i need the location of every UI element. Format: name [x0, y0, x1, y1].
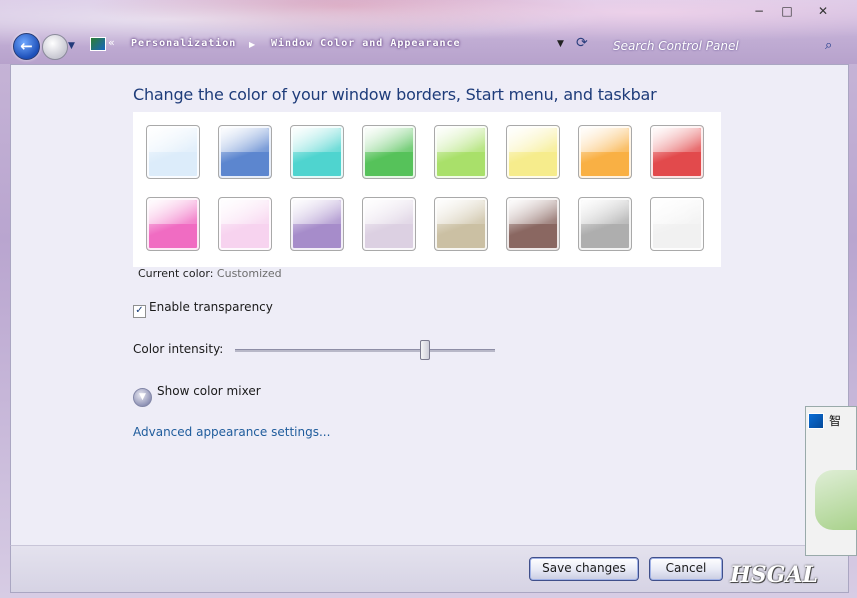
swatch-gloss [293, 128, 341, 152]
transparency-row[interactable]: ✓ Enable transparency [133, 300, 273, 318]
color-swatch-sky[interactable] [146, 125, 200, 179]
color-swatch-chocolate[interactable] [506, 197, 560, 251]
save-changes-button[interactable]: Save changes [529, 557, 639, 581]
app-icon [808, 413, 824, 429]
swatch-gloss [221, 200, 269, 224]
close-button[interactable]: ✕ [810, 3, 836, 19]
swatch-gloss [221, 128, 269, 152]
swatch-gloss [437, 200, 485, 224]
swatch-gloss [581, 128, 629, 152]
color-swatch-pumpkin[interactable] [578, 125, 632, 179]
swatch-gloss [653, 128, 701, 152]
minimize-button[interactable]: − [746, 3, 772, 19]
color-swatch-slate[interactable] [578, 197, 632, 251]
decorative-graphic [815, 470, 857, 530]
swatch-gloss [509, 128, 557, 152]
forward-button[interactable] [42, 34, 68, 60]
intensity-slider-track[interactable] [235, 349, 495, 352]
swatch-gloss [149, 128, 197, 152]
page-title: Change the color of your window borders,… [133, 85, 657, 104]
color-mixer-label: Show color mixer [157, 384, 261, 398]
color-swatch-sea[interactable] [290, 125, 344, 179]
advanced-appearance-link[interactable]: Advanced appearance settings... [133, 425, 330, 439]
control-panel-icon [90, 37, 106, 51]
back-button[interactable]: ← [13, 33, 40, 60]
expand-icon[interactable]: ▼ [133, 388, 152, 407]
breadcrumb-personalization[interactable]: Personalization [131, 38, 236, 49]
color-swatch-lemon[interactable] [506, 125, 560, 179]
color-swatch-blush[interactable] [218, 197, 272, 251]
current-color-label: Current color: Customized [138, 267, 282, 280]
search-input[interactable]: Search Control Panel [608, 37, 835, 55]
color-swatch-fuchsia[interactable] [146, 197, 200, 251]
color-swatch-leaf[interactable] [362, 125, 416, 179]
search-icon[interactable]: ⌕ [825, 38, 832, 53]
command-bar: Save changes Cancel [10, 545, 849, 593]
color-swatch-twilight[interactable] [218, 125, 272, 179]
color-swatch-taupe[interactable] [434, 197, 488, 251]
maximize-button[interactable]: □ [774, 3, 800, 19]
intensity-slider-thumb[interactable] [419, 340, 430, 360]
swatch-gloss [365, 200, 413, 224]
transparency-checkbox[interactable]: ✓ [133, 305, 146, 318]
swatch-gloss [509, 200, 557, 224]
show-color-mixer[interactable]: ▼ Show color mixer [133, 384, 261, 407]
color-swatch-panel [133, 112, 721, 267]
side-window-title: 智 [829, 414, 842, 428]
intensity-label: Color intensity: [133, 342, 224, 356]
swatch-gloss [293, 200, 341, 224]
color-swatch-frost[interactable] [650, 197, 704, 251]
cancel-button[interactable]: Cancel [649, 557, 723, 581]
content-pane: Change the color of your window borders,… [10, 64, 849, 547]
address-dropdown[interactable]: ▼ [557, 39, 564, 49]
current-color-value: Customized [216, 267, 282, 280]
breadcrumb-overflow[interactable]: « [108, 36, 115, 49]
swatch-gloss [365, 128, 413, 152]
swatch-gloss [581, 200, 629, 224]
recent-pages-dropdown[interactable]: ▼ [68, 41, 75, 51]
current-color-caption: Current color: [138, 267, 214, 280]
swatch-gloss [437, 128, 485, 152]
refresh-icon[interactable]: ⟳ [576, 35, 588, 51]
color-swatch-violet[interactable] [290, 197, 344, 251]
breadcrumb-arrow[interactable]: ▶ [249, 40, 255, 49]
swatch-gloss [653, 200, 701, 224]
swatch-gloss [149, 200, 197, 224]
color-swatch-lavender[interactable] [362, 197, 416, 251]
color-swatch-lime[interactable] [434, 125, 488, 179]
watermark-logo: HSGAL [730, 562, 818, 588]
color-swatch-ruby[interactable] [650, 125, 704, 179]
breadcrumb-window-color[interactable]: Window Color and Appearance [271, 38, 461, 49]
transparency-label: Enable transparency [149, 300, 273, 314]
